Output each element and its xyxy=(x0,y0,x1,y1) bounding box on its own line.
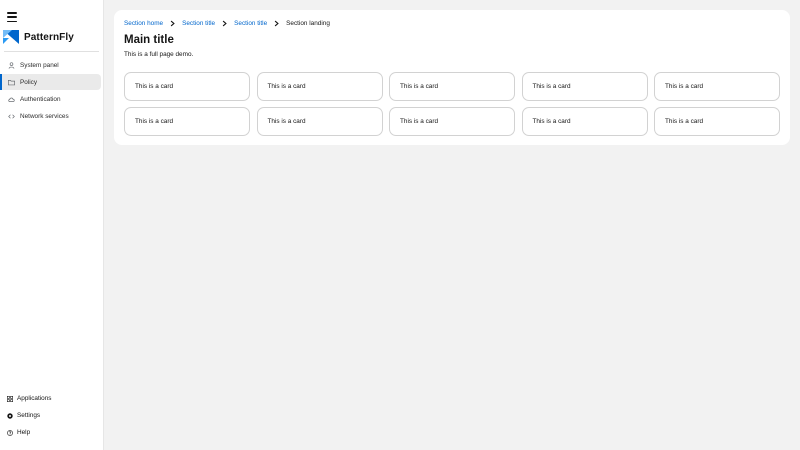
card[interactable]: This is a card xyxy=(389,107,515,136)
card-gallery: This is a card This is a card This is a … xyxy=(124,72,780,136)
sidebar-item-label: Policy xyxy=(20,78,38,86)
breadcrumb-link-section-home[interactable]: Section home xyxy=(124,20,163,27)
sidebar-item-authentication[interactable]: Authentication xyxy=(0,91,101,107)
page-title: Main title xyxy=(124,34,174,46)
sidebar-item-label: Help xyxy=(17,429,31,436)
card[interactable]: This is a card xyxy=(521,72,648,101)
sidebar-item-label: Settings xyxy=(17,412,41,419)
card-text: This is a card xyxy=(400,83,439,90)
chevron-right-icon xyxy=(221,20,228,27)
brand-name: PatternFly xyxy=(24,31,74,43)
breadcrumb: Section home Section title Section title… xyxy=(124,18,330,28)
sidebar-bottom-nav: Applications Settings Help xyxy=(0,390,104,441)
card[interactable]: This is a card xyxy=(124,107,250,136)
card-text: This is a card xyxy=(267,83,306,90)
card-text: This is a card xyxy=(135,118,174,125)
sidebar-item-applications[interactable]: Applications xyxy=(0,390,104,407)
sidebar-item-label: Network services xyxy=(20,113,69,121)
cloud-icon xyxy=(8,97,15,102)
sidebar-item-label: Applications xyxy=(17,395,52,402)
user-icon xyxy=(8,61,15,69)
sidebar: PatternFly System panel Policy Authentic… xyxy=(0,0,104,450)
card[interactable]: This is a card xyxy=(521,107,648,136)
card-text: This is a card xyxy=(532,83,571,90)
gear-icon xyxy=(7,412,13,419)
sidebar-item-settings[interactable]: Settings xyxy=(0,407,104,424)
sidebar-nav: System panel Policy Authentication Netwo… xyxy=(0,57,104,126)
card-text: This is a card xyxy=(665,118,704,125)
help-icon xyxy=(7,429,13,436)
card-text: This is a card xyxy=(665,83,704,90)
sidebar-item-network-services[interactable]: Network services xyxy=(0,109,101,125)
main-content: Section home Section title Section title… xyxy=(114,10,790,145)
card[interactable]: This is a card xyxy=(389,72,515,101)
card[interactable]: This is a card xyxy=(124,72,250,101)
sidebar-divider xyxy=(4,51,99,52)
card[interactable]: This is a card xyxy=(654,107,780,136)
grid-icon xyxy=(7,395,13,402)
card[interactable]: This is a card xyxy=(256,107,383,136)
logo[interactable]: PatternFly xyxy=(3,29,74,45)
menu-toggle-icon[interactable] xyxy=(6,11,18,23)
card[interactable]: This is a card xyxy=(654,72,780,101)
breadcrumb-current: Section landing xyxy=(286,19,330,27)
card[interactable]: This is a card xyxy=(256,72,383,101)
chevron-right-icon xyxy=(169,20,176,27)
breadcrumb-link-section-title-2[interactable]: Section title xyxy=(234,20,267,27)
sidebar-item-label: System panel xyxy=(20,61,59,69)
sidebar-item-label: Authentication xyxy=(20,95,61,103)
chevron-right-icon xyxy=(273,20,280,27)
patternfly-logo-icon xyxy=(3,30,19,44)
folder-icon xyxy=(8,79,15,85)
page-description: This is a full page demo. xyxy=(124,51,194,58)
sidebar-item-system-panel[interactable]: System panel xyxy=(0,57,101,73)
card-text: This is a card xyxy=(267,118,306,125)
sidebar-item-help[interactable]: Help xyxy=(0,424,104,441)
card-text: This is a card xyxy=(532,118,571,125)
code-icon xyxy=(8,114,15,119)
sidebar-item-policy[interactable]: Policy xyxy=(0,74,101,91)
card-text: This is a card xyxy=(400,118,439,125)
breadcrumb-link-section-title[interactable]: Section title xyxy=(182,20,215,27)
card-text: This is a card xyxy=(135,83,174,90)
